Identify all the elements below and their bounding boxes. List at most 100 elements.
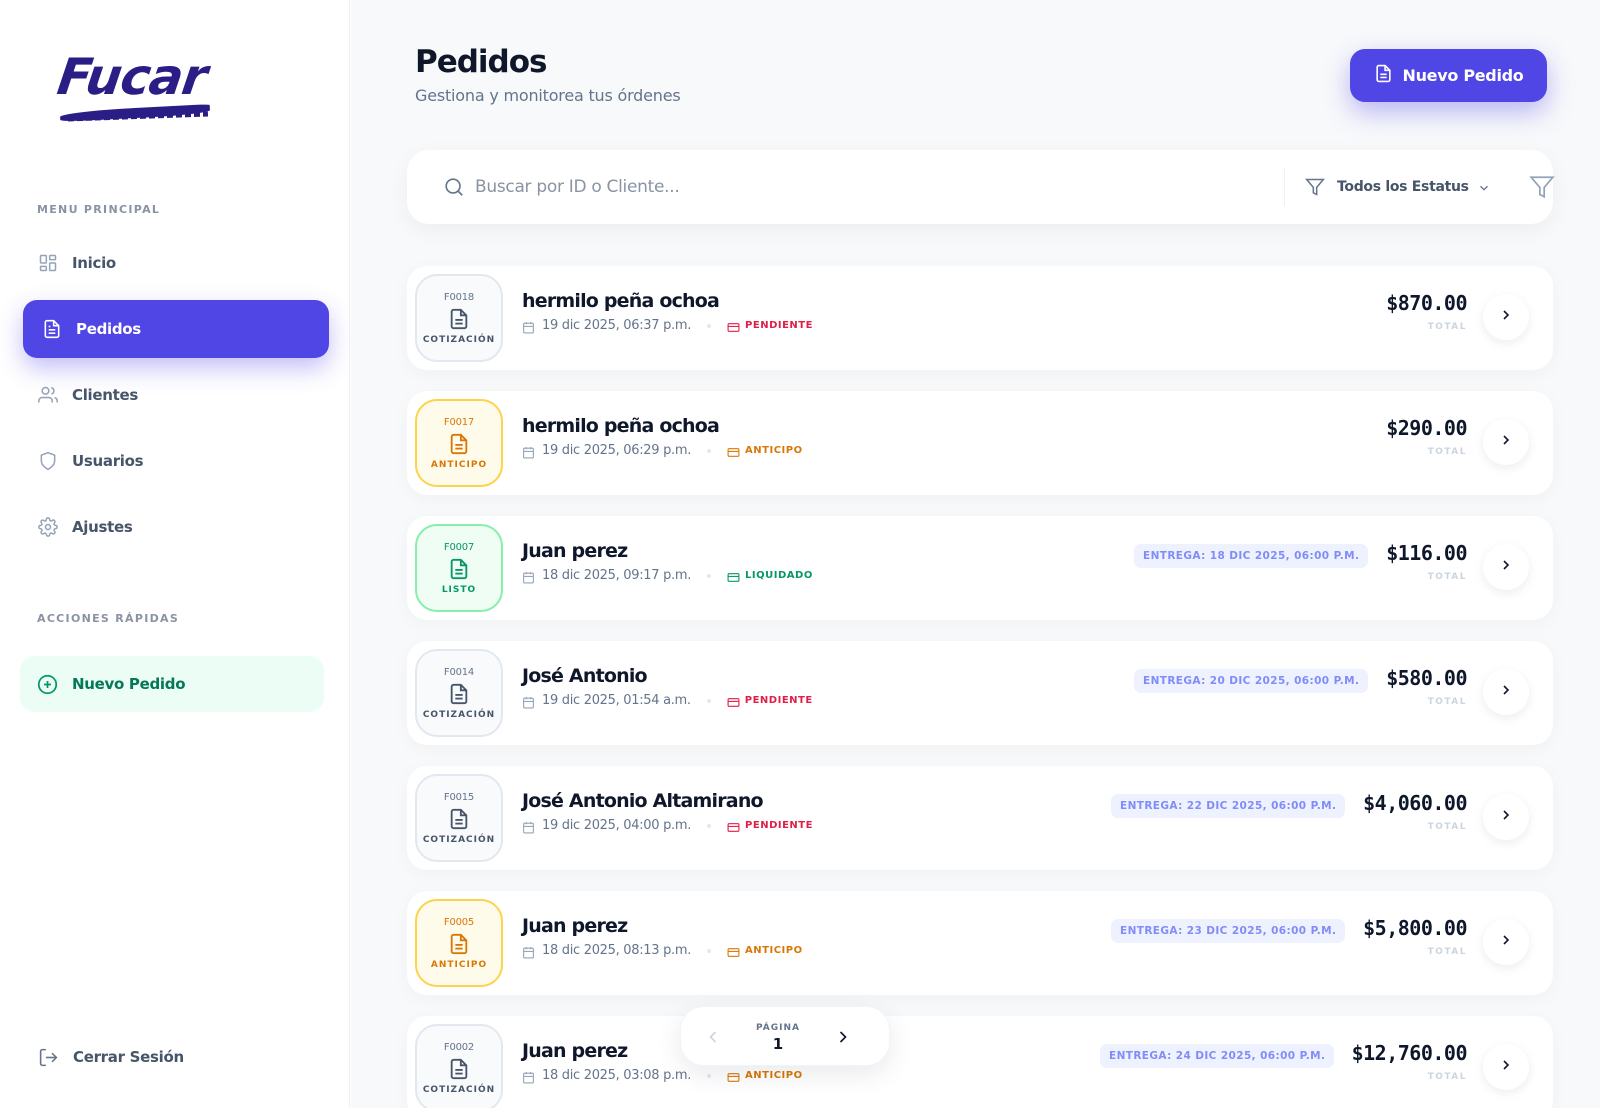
search-input[interactable] — [475, 168, 1215, 206]
order-meta: 19 dic 2025, 06:29 p.m. ANTICIPO — [522, 443, 803, 459]
order-row[interactable]: F0018 COTIZACIÓN hermilo peña ochoa 19 dic … — [407, 266, 1553, 370]
separator-dot — [707, 448, 712, 453]
open-order-button[interactable] — [1483, 544, 1529, 590]
logout-button[interactable]: Cerrar Sesión — [37, 1046, 184, 1068]
order-stage: COTIZACIÓN — [422, 1084, 496, 1095]
total-label: TOTAL — [1427, 1072, 1467, 1082]
chevron-right-icon — [1498, 557, 1514, 577]
logout-label: Cerrar Sesión — [73, 1048, 184, 1066]
chevron-right-icon — [1498, 807, 1514, 827]
sidebar-item-usuarios[interactable]: Usuarios — [23, 432, 329, 490]
chevron-right-icon[interactable] — [833, 1027, 853, 1047]
order-stage: ANTICIPO — [430, 959, 488, 970]
brand-logo[interactable]: Fucar — [54, 48, 218, 128]
client-name: José Antonio — [522, 665, 648, 687]
separator-dot — [707, 948, 712, 953]
open-order-button[interactable] — [1483, 419, 1529, 465]
total-label: TOTAL — [1427, 822, 1467, 832]
client-name: José Antonio Altamirano — [522, 790, 764, 812]
order-row[interactable]: F0015 COTIZACIÓN José Antonio Altamirano 19… — [407, 766, 1553, 870]
order-amount: $12,760.00 — [1351, 1041, 1468, 1065]
plus-circle-icon — [36, 673, 58, 695]
chevron-right-icon — [1498, 307, 1514, 327]
open-order-button[interactable] — [1483, 294, 1529, 340]
order-status-badge: F0005 ANTICIPO — [415, 899, 503, 987]
order-id: F0015 — [443, 791, 475, 803]
advanced-filter-button[interactable] — [1529, 174, 1555, 200]
status-filter-dropdown[interactable]: Todos los Estatus — [1305, 172, 1491, 202]
credit-card-icon — [727, 319, 740, 332]
sidebar-item-clientes[interactable]: Clientes — [23, 366, 329, 424]
sidebar-item-ajustes[interactable]: Ajustes — [23, 498, 329, 556]
delivery-date-badge: ENTREGA: 20 DIC 2025, 06:00 P.M. — [1134, 669, 1369, 693]
logout-icon — [37, 1046, 59, 1068]
credit-card-icon — [727, 444, 740, 457]
credit-card-icon — [727, 1069, 740, 1082]
order-meta: 19 dic 2025, 01:54 a.m. PENDIENTE — [522, 693, 813, 709]
search-icon — [443, 176, 465, 198]
order-stage: COTIZACIÓN — [422, 334, 496, 345]
order-row[interactable]: F0017 ANTICIPO hermilo peña ochoa 19 dic 20… — [407, 391, 1553, 495]
users-icon — [37, 384, 59, 406]
document-icon — [448, 683, 470, 705]
sidebar-item-pedidos[interactable]: Pedidos — [23, 300, 329, 358]
order-row[interactable]: F0002 COTIZACIÓN Juan perez 18 dic 2025, 03… — [407, 1016, 1553, 1108]
sidebar: Fucar MENU PRINCIPAL Inicio Pedidos Clie… — [0, 0, 350, 1108]
credit-card-icon — [727, 819, 740, 832]
client-name: Juan perez — [522, 915, 628, 937]
chevron-down-icon — [1477, 180, 1491, 194]
sidebar-item-label: Usuarios — [72, 452, 144, 470]
sidebar-item-inicio[interactable]: Inicio — [23, 234, 329, 292]
order-status-badge: F0017 ANTICIPO — [415, 399, 503, 487]
document-icon — [448, 558, 470, 580]
order-id: F0017 — [443, 416, 475, 428]
document-icon — [448, 808, 470, 830]
order-stage: COTIZACIÓN — [422, 834, 496, 845]
main-content: Pedidos Gestiona y monitorea tus órdenes… — [351, 0, 1600, 1108]
order-stage: ANTICIPO — [430, 459, 488, 470]
chevron-right-icon — [1498, 682, 1514, 702]
total-label: TOTAL — [1427, 947, 1467, 957]
client-name: hermilo peña ochoa — [522, 290, 720, 312]
order-date: 19 dic 2025, 06:29 p.m. — [542, 443, 692, 458]
separator-dot — [707, 1073, 712, 1078]
payment-status: PENDIENTE — [744, 695, 813, 706]
order-row[interactable]: F0005 ANTICIPO Juan perez 18 dic 2025, 08:1… — [407, 891, 1553, 995]
order-amount: $870.00 — [1386, 291, 1467, 315]
client-name: hermilo peña ochoa — [522, 415, 720, 437]
payment-status: LIQUIDADO — [745, 570, 813, 581]
order-date: 18 dic 2025, 03:08 p.m. — [542, 1068, 692, 1083]
pagination: PÁGINA 1 — [680, 1006, 890, 1066]
order-id: F0014 — [443, 666, 475, 678]
payment-status: ANTICIPO — [745, 1070, 803, 1081]
open-order-button[interactable] — [1483, 794, 1529, 840]
document-icon — [448, 933, 470, 955]
calendar-icon — [522, 569, 535, 584]
document-icon — [448, 308, 470, 330]
credit-card-icon — [727, 944, 740, 957]
order-id: F0018 — [443, 291, 475, 303]
order-date: 19 dic 2025, 01:54 a.m. — [542, 693, 691, 708]
order-meta: 19 dic 2025, 04:00 p.m. PENDIENTE — [522, 818, 813, 834]
new-order-button[interactable]: Nuevo Pedido — [1350, 49, 1547, 102]
open-order-button[interactable] — [1483, 669, 1529, 715]
order-id: F0002 — [443, 1041, 475, 1053]
quick-new-order-label: Nuevo Pedido — [72, 675, 186, 693]
delivery-date-badge: ENTREGA: 22 DIC 2025, 06:00 P.M. — [1111, 794, 1346, 818]
quick-actions-title: ACCIONES RÁPIDAS — [37, 612, 180, 625]
sidebar-item-label: Inicio — [72, 254, 116, 272]
order-row[interactable]: F0014 COTIZACIÓN José Antonio 19 dic 2025, … — [407, 641, 1553, 745]
client-name: Juan perez — [522, 1040, 628, 1062]
order-row[interactable]: F0007 LISTO Juan perez 18 dic 2025, 09:17 p… — [407, 516, 1553, 620]
payment-status: ANTICIPO — [745, 945, 803, 956]
total-label: TOTAL — [1427, 572, 1467, 582]
open-order-button[interactable] — [1483, 1044, 1529, 1090]
page-subtitle: Gestiona y monitorea tus órdenes — [415, 86, 681, 105]
order-id: F0007 — [443, 541, 475, 553]
new-order-label: Nuevo Pedido — [1402, 66, 1524, 85]
open-order-button[interactable] — [1483, 919, 1529, 965]
quick-new-order-button[interactable]: Nuevo Pedido — [20, 656, 324, 712]
search-divider — [1284, 168, 1285, 206]
order-status-badge: F0014 COTIZACIÓN — [415, 649, 503, 737]
filter-icon — [1529, 176, 1555, 199]
